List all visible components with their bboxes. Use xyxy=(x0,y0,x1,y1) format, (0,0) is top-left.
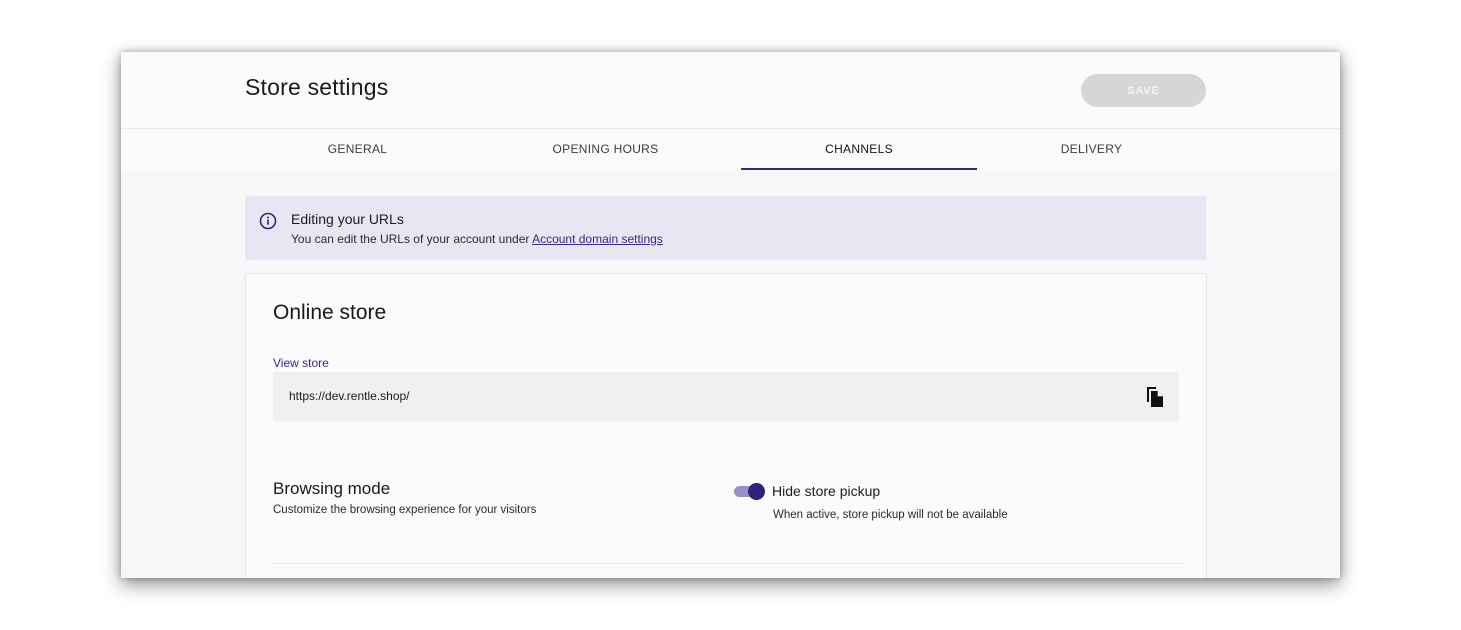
page-title: Store settings xyxy=(245,74,389,100)
hide-store-pickup-description: When active, store pickup will not be av… xyxy=(773,509,1008,521)
toggle-thumb xyxy=(748,483,765,500)
app-window: Store settings SAVE GENERAL OPENING HOUR… xyxy=(121,52,1340,578)
tab-channels[interactable]: CHANNELS xyxy=(741,129,977,170)
hide-store-pickup-label: Hide store pickup xyxy=(772,483,881,499)
info-banner: Editing your URLs You can edit the URLs … xyxy=(245,196,1206,260)
browsing-mode-subtitle: Customize the browsing experience for yo… xyxy=(273,504,537,516)
info-banner-title: Editing your URLs xyxy=(291,211,404,227)
browsing-mode-title: Browsing mode xyxy=(273,479,391,498)
hide-store-pickup-toggle[interactable] xyxy=(734,483,766,500)
store-url-text: https://dev.rentle.shop/ xyxy=(289,389,410,403)
page-header: Store settings SAVE xyxy=(121,52,1340,129)
view-store-link[interactable]: View store xyxy=(273,356,329,370)
store-url-field[interactable]: https://dev.rentle.shop/ xyxy=(273,372,1179,421)
tab-general[interactable]: GENERAL xyxy=(245,129,470,168)
online-store-card: Online store View store https://dev.rent… xyxy=(245,273,1207,578)
account-domain-settings-link[interactable]: Account domain settings xyxy=(532,232,663,246)
tab-bar: GENERAL OPENING HOURS CHANNELS DELIVERY xyxy=(121,129,1340,170)
info-banner-text: You can edit the URLs of your account un… xyxy=(291,232,663,246)
online-store-title: Online store xyxy=(273,301,387,324)
section-divider xyxy=(273,563,1183,564)
save-button[interactable]: SAVE xyxy=(1081,74,1206,107)
tab-delivery[interactable]: DELIVERY xyxy=(977,129,1206,168)
copy-icon[interactable] xyxy=(1145,386,1165,408)
tab-opening-hours[interactable]: OPENING HOURS xyxy=(493,129,718,168)
info-icon xyxy=(259,212,277,230)
info-banner-message: You can edit the URLs of your account un… xyxy=(291,232,533,246)
